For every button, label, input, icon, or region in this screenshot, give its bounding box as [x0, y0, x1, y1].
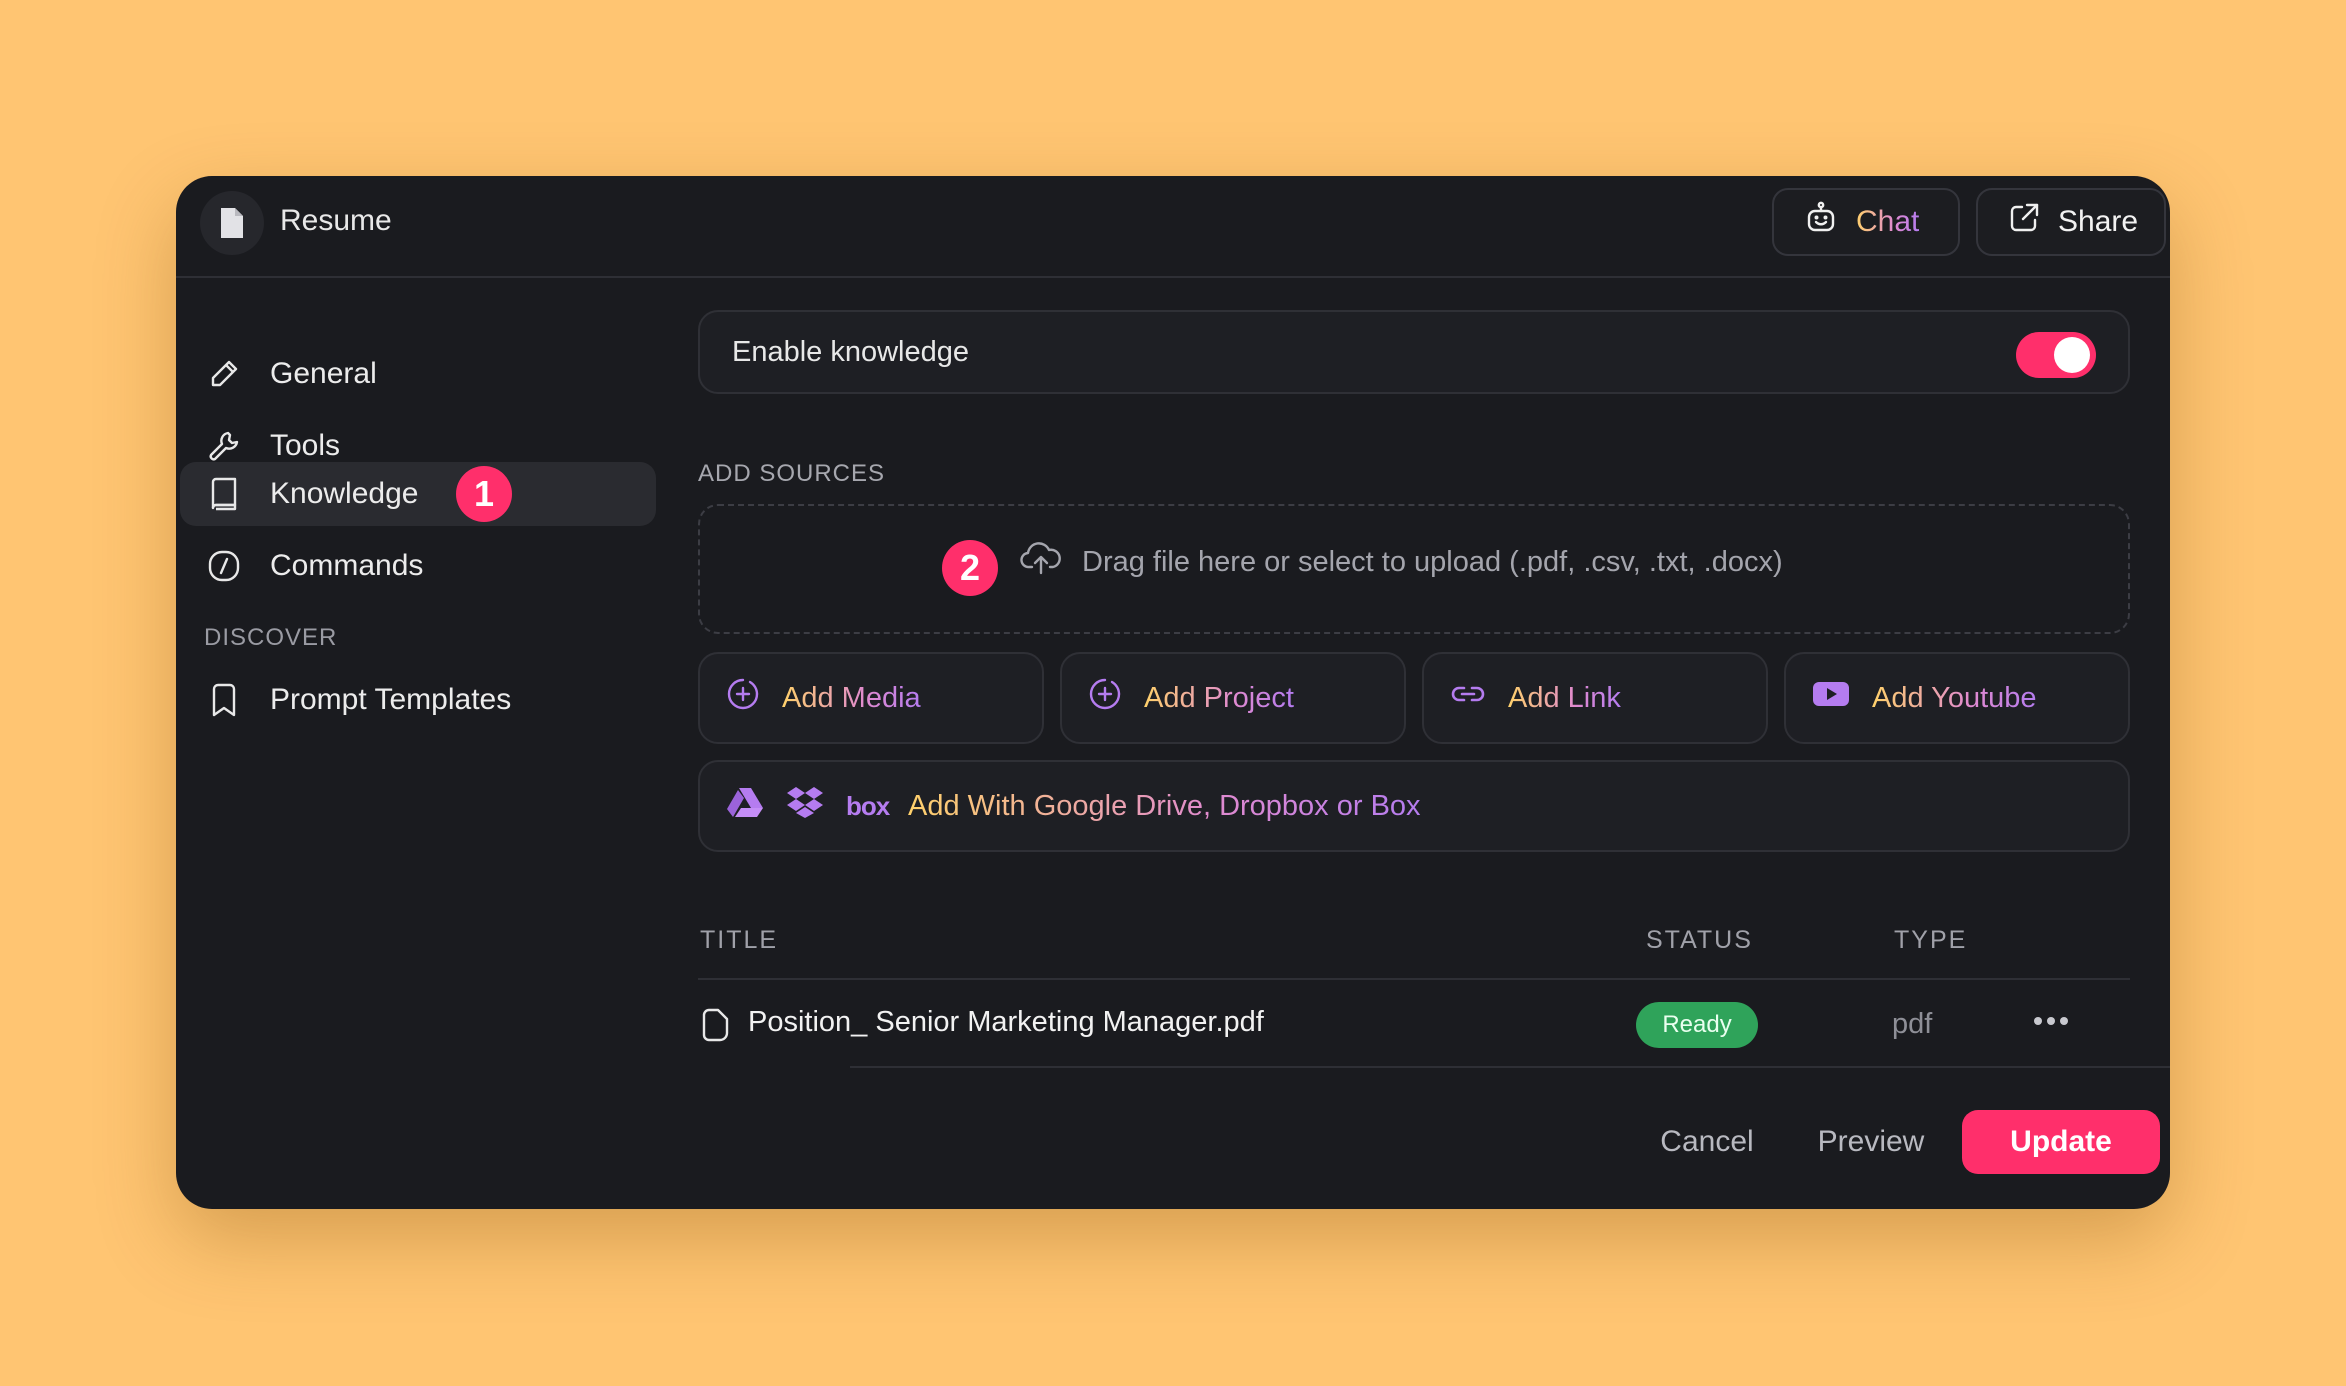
more-dot — [2034, 1017, 2042, 1025]
link-icon — [1450, 679, 1486, 717]
file-type: pdf — [1892, 1008, 1933, 1040]
share-button[interactable]: Share — [1976, 188, 2166, 256]
share-icon — [2008, 202, 2040, 242]
document-icon — [200, 191, 264, 255]
table-divider — [698, 978, 2130, 980]
column-header-type: TYPE — [1894, 926, 1968, 954]
book-icon — [206, 476, 242, 512]
chat-button[interactable]: Chat — [1772, 188, 1960, 256]
sidebar-item-knowledge[interactable]: Knowledge — [180, 462, 656, 526]
sidebar-item-label: Tools — [270, 429, 341, 462]
wrench-icon — [206, 428, 242, 464]
box-icon: box — [846, 790, 890, 821]
column-header-title: TITLE — [700, 926, 779, 954]
sidebar-item-prompt-templates[interactable]: Prompt Templates — [180, 668, 656, 732]
add-project-label: Add Project — [1144, 681, 1294, 714]
media-plus-icon — [726, 677, 760, 719]
document-title: Resume — [280, 204, 392, 237]
youtube-icon — [1812, 679, 1850, 717]
file-title: Position_ Senior Marketing Manager.pdf — [748, 1006, 1264, 1038]
add-sources-heading: ADD SOURCES — [698, 460, 886, 487]
robot-icon — [1804, 201, 1838, 243]
header: Resume Chat Share — [176, 176, 2170, 278]
enable-knowledge-label: Enable knowledge — [732, 336, 970, 368]
enable-knowledge-row: Enable knowledge — [698, 310, 2130, 394]
sidebar-item-commands[interactable]: Commands — [180, 534, 656, 598]
cloud-upload-icon — [1020, 540, 1062, 584]
share-label: Share — [2058, 205, 2139, 238]
update-button[interactable]: Update — [1962, 1110, 2160, 1174]
pencil-icon — [206, 356, 242, 392]
sidebar-item-label: General — [270, 357, 377, 390]
add-cloud-storage-button[interactable]: box Add With Google Drive, Dropbox or Bo… — [698, 760, 2130, 852]
cloud-storage-label: Add With Google Drive, Dropbox or Box — [908, 789, 1421, 822]
step-badge-1: 1 — [456, 466, 512, 522]
step-badge-2: 2 — [942, 540, 998, 596]
sidebar-item-label: Commands — [270, 549, 424, 582]
dropzone-content: Drag file here or select to upload (.pdf… — [1020, 540, 1783, 584]
row-more-button[interactable] — [2026, 996, 2076, 1046]
sidebar-item-general[interactable]: General — [180, 342, 656, 406]
google-drive-icon — [726, 786, 764, 826]
more-dot — [2047, 1017, 2055, 1025]
sidebar-item-label: Prompt Templates — [270, 683, 512, 716]
status-badge: Ready — [1636, 1002, 1758, 1048]
preview-button[interactable]: Preview — [1800, 1110, 1942, 1174]
chat-label: Chat — [1856, 205, 1920, 238]
slash-command-icon — [206, 548, 242, 584]
project-plus-icon — [1088, 677, 1122, 719]
add-youtube-label: Add Youtube — [1872, 681, 2037, 714]
add-media-label: Add Media — [782, 681, 921, 714]
file-icon — [700, 1008, 730, 1047]
column-header-status: STATUS — [1646, 926, 1753, 954]
add-youtube-button[interactable]: Add Youtube — [1784, 652, 2130, 744]
dropzone-text: Drag file here or select to upload (.pdf… — [1082, 545, 1783, 578]
add-media-button[interactable]: Add Media — [698, 652, 1044, 744]
bookmark-icon — [206, 682, 242, 718]
dropbox-icon — [786, 785, 824, 827]
settings-window: Resume Chat Share General Tools Knowledg… — [176, 176, 2170, 1209]
sidebar-item-label: Knowledge — [270, 477, 419, 510]
table-row-divider — [850, 1066, 2170, 1068]
add-project-button[interactable]: Add Project — [1060, 652, 1406, 744]
enable-knowledge-toggle[interactable] — [2016, 332, 2096, 378]
discover-heading: DISCOVER — [204, 624, 338, 651]
add-link-label: Add Link — [1508, 681, 1621, 714]
cancel-button[interactable]: Cancel — [1642, 1110, 1772, 1174]
add-link-button[interactable]: Add Link — [1422, 652, 1768, 744]
upload-dropzone[interactable]: 2 Drag file here or select to upload (.p… — [698, 504, 2130, 634]
more-dot — [2060, 1017, 2068, 1025]
